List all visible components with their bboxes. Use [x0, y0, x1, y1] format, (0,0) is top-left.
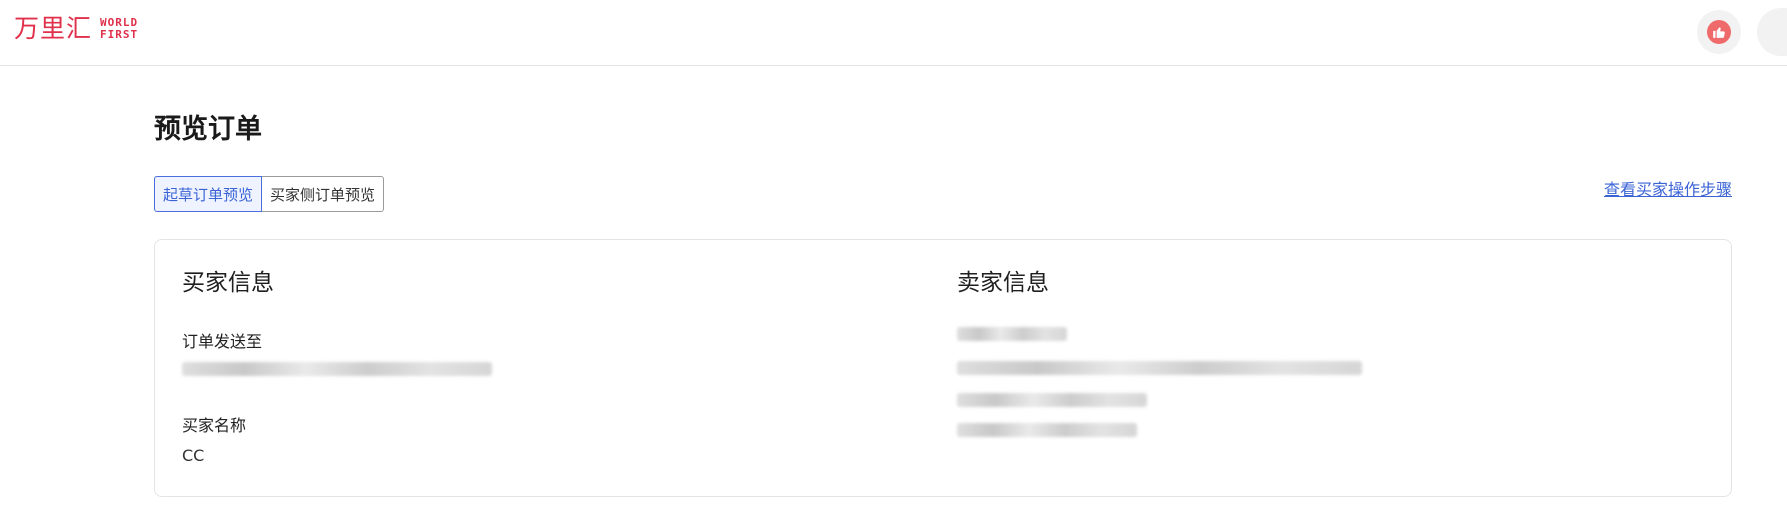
logo-english-text: WORLD FIRST: [100, 15, 139, 41]
feedback-button[interactable]: [1697, 10, 1741, 54]
send-to-label: 订单发送至: [182, 332, 263, 351]
tab-buyer-side-order-preview[interactable]: 买家侧订单预览: [262, 176, 385, 212]
order-info-card: 买家信息 订单发送至 买家名称 CC 卖家信息: [154, 239, 1732, 497]
top-navigation-bar: 万里汇 WORLD FIRST: [0, 0, 1787, 66]
tab-draft-order-preview[interactable]: 起草订单预览: [154, 176, 263, 212]
send-to-value-redacted: [182, 362, 492, 376]
logo-chinese-text: 万里汇: [14, 14, 93, 43]
seller-info-title: 卖家信息: [957, 270, 1049, 296]
logo-english-line-1: WORLD: [100, 15, 139, 29]
seller-line-1-redacted: [957, 327, 1067, 341]
thumbs-up-icon: [1707, 20, 1731, 44]
side-panel-toggle[interactable]: [1757, 8, 1787, 56]
buyer-info-title: 买家信息: [182, 270, 274, 296]
logo-english-line-2: FIRST: [100, 27, 139, 41]
worldfirst-logo[interactable]: 万里汇 WORLD FIRST: [14, 16, 138, 41]
seller-line-4-redacted: [957, 423, 1137, 437]
buyer-name-label: 买家名称: [182, 416, 247, 435]
page-title: 预览订单: [154, 114, 262, 145]
seller-line-3-redacted: [957, 393, 1147, 407]
preview-tab-group: 起草订单预览 买家侧订单预览: [154, 176, 385, 212]
view-buyer-steps-link[interactable]: 查看买家操作步骤: [1604, 176, 1732, 200]
header-actions: [1697, 8, 1787, 56]
seller-line-2-redacted: [957, 361, 1362, 375]
buyer-name-value: CC: [182, 446, 205, 465]
